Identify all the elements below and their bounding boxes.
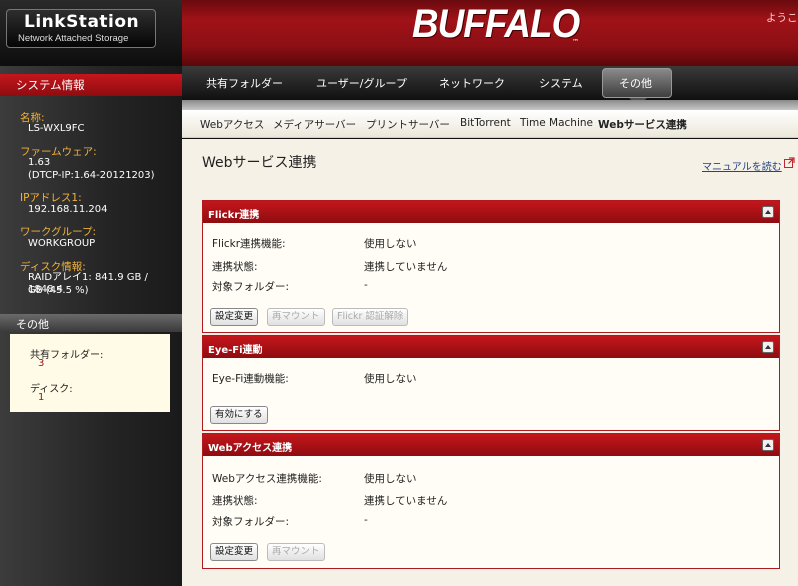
flickr-folder-label: 対象フォルダー: [212, 281, 290, 293]
eyefi-section-header: Eye-Fi連動 [203, 336, 779, 358]
flickr-section-header: Flickr連携 [203, 201, 779, 223]
main-content: Webサービス連携 マニュアルを読む Flickr連携 Flickr連携機能: … [182, 139, 798, 586]
flickr-status-value: 連携していません [364, 261, 448, 273]
logo-subtitle: Network Attached Storage [18, 33, 129, 44]
logo-title: LinkStation [24, 12, 140, 32]
webaccess-section: Webアクセス連携 Webアクセス連携機能: 使用しない 連携状態: 連携してい… [202, 433, 780, 569]
webaccess-settings-button[interactable]: 設定変更 [210, 543, 259, 561]
page-title: Webサービス連携 [202, 155, 317, 171]
brand-trademark: ™ [572, 38, 579, 46]
collapse-icon[interactable] [762, 341, 774, 353]
webaccess-section-header: Webアクセス連携 [203, 434, 779, 456]
webaccess-status-label: 連携状態: [212, 495, 258, 507]
header: LinkStation Network Attached Storage BUF… [0, 0, 798, 66]
flickr-remount-button[interactable]: 再マウント [267, 308, 325, 326]
shared-folder-count[interactable]: 3 [38, 358, 44, 369]
system-info-header: システム情報 [0, 74, 182, 96]
flickr-function-label: Flickr連携機能: [212, 238, 286, 250]
other-header: その他 [0, 314, 182, 332]
webaccess-folder-label: 対象フォルダー: [212, 516, 290, 528]
subnav-time-machine[interactable]: Time Machine [520, 117, 593, 129]
flickr-deauth-button[interactable]: Flickr 認証解除 [332, 308, 409, 326]
firmware-dtcp: (DTCP-IP:1.64-20121203) [28, 170, 155, 181]
main-nav: 共有フォルダー ユーザー/グループ ネットワーク システム その他 [182, 66, 798, 106]
subnav-bittorrent[interactable]: BitTorrent [460, 117, 511, 129]
sub-nav: Webアクセス メディアサーバー プリントサーバー BitTorrent Tim… [182, 110, 798, 138]
workgroup-value: WORKGROUP [28, 238, 96, 249]
header-logo-area: LinkStation Network Attached Storage [0, 0, 182, 66]
nav-users-groups[interactable]: ユーザー/グループ [316, 75, 407, 91]
flickr-status-label: 連携状態: [212, 261, 258, 273]
eyefi-section-title: Eye-Fi連動 [208, 345, 263, 356]
ip-value: 192.168.11.204 [28, 204, 108, 215]
subnav-web-services[interactable]: Webサービス連携 [598, 117, 687, 132]
buffalo-logo: BUFFALO [412, 2, 580, 46]
manual-link[interactable]: マニュアルを読む [702, 158, 782, 173]
flickr-section-title: Flickr連携 [208, 210, 260, 221]
nav-other[interactable]: その他 [619, 75, 652, 91]
webaccess-remount-button[interactable]: 再マウント [267, 543, 325, 561]
external-link-icon[interactable] [784, 157, 795, 168]
webaccess-status-value: 連携していません [364, 495, 448, 507]
flickr-folder-value: - [364, 279, 368, 291]
nav-strip [182, 100, 798, 110]
eyefi-section: Eye-Fi連動 Eye-Fi連動機能: 使用しない 有効にする [202, 335, 780, 431]
nav-system[interactable]: システム [539, 75, 583, 91]
webaccess-function-value: 使用しない [364, 473, 417, 485]
flickr-settings-button[interactable]: 設定変更 [210, 308, 259, 326]
subnav-web-access[interactable]: Webアクセス [200, 117, 264, 132]
firmware-value: 1.63 [28, 157, 51, 168]
webaccess-section-title: Webアクセス連携 [208, 443, 293, 454]
linkstation-logo: LinkStation Network Attached Storage [6, 9, 156, 48]
sidebar: システム情報 名称: LS-WXL9FC ファームウェア: 1.63 (DTCP… [0, 66, 182, 586]
name-value: LS-WXL9FC [28, 123, 85, 134]
disk-count[interactable]: 1 [38, 392, 44, 403]
webaccess-folder-value: - [364, 514, 368, 526]
eyefi-function-value: 使用しない [364, 373, 417, 385]
welcome-text: ようこ [766, 12, 798, 24]
eyefi-function-label: Eye-Fi連動機能: [212, 373, 289, 385]
flickr-section: Flickr連携 Flickr連携機能: 使用しない 連携状態: 連携していませ… [202, 200, 780, 333]
nav-shared-folder[interactable]: 共有フォルダー [206, 75, 283, 91]
workgroup-label: ワークグループ: [20, 226, 96, 238]
other-info-box: 共有フォルダー: 3 ディスク: 1 [10, 334, 170, 412]
flickr-function-value: 使用しない [364, 238, 417, 250]
disk-count-label: ディスク: [30, 384, 73, 395]
nav-network[interactable]: ネットワーク [439, 75, 505, 91]
ip-label: IPアドレス1: [20, 192, 82, 204]
collapse-icon[interactable] [762, 206, 774, 218]
subnav-media-server[interactable]: メディアサーバー [273, 117, 356, 132]
subnav-print-server[interactable]: プリントサーバー [366, 117, 450, 132]
eyefi-enable-button[interactable]: 有効にする [210, 406, 268, 424]
collapse-icon[interactable] [762, 439, 774, 451]
disk-info-value-2: GB (45.5 %) [28, 285, 89, 296]
webaccess-function-label: Webアクセス連携機能: [212, 473, 322, 485]
